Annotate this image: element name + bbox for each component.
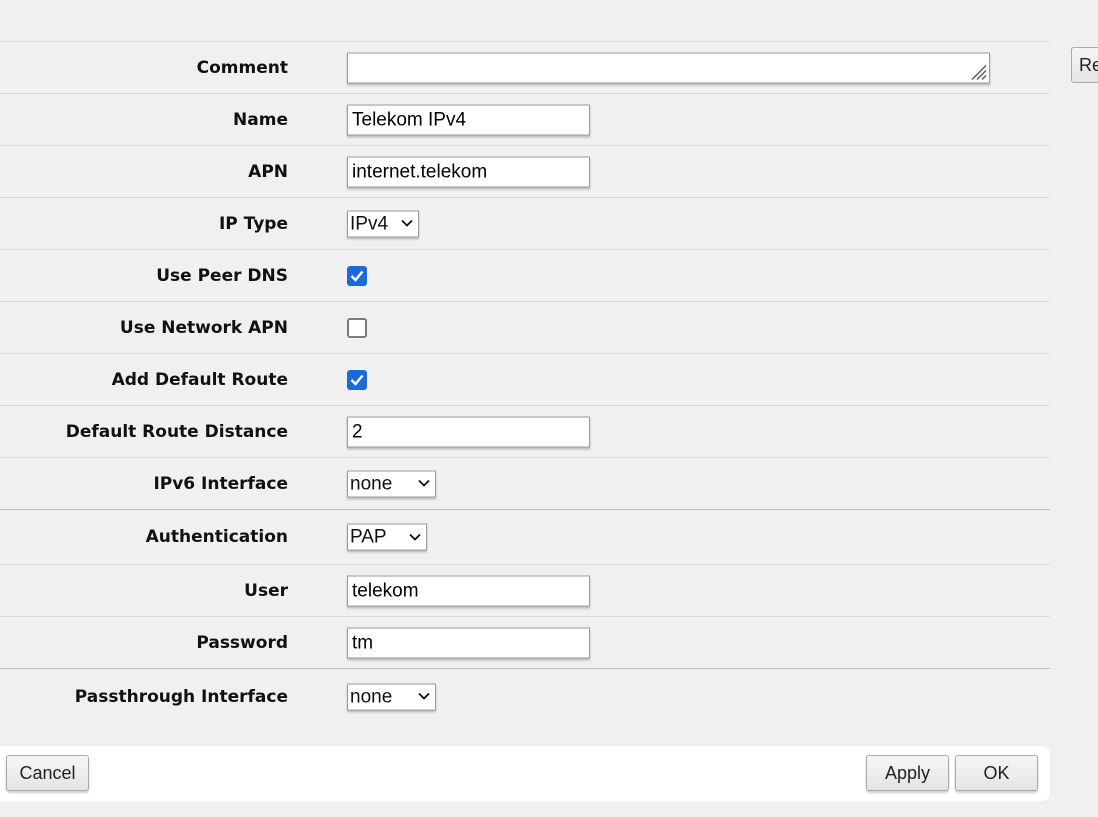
ipv6-interface-value: none xyxy=(350,473,393,494)
default-route-distance-label: Default Route Distance xyxy=(65,421,288,442)
use-peer-dns-checkbox[interactable] xyxy=(347,265,367,286)
row-ip-type: IP Type IPv4 xyxy=(0,198,1050,250)
passthrough-interface-select[interactable]: none xyxy=(347,683,436,710)
password-input[interactable]: tm xyxy=(347,627,590,658)
use-peer-dns-label: Use Peer DNS xyxy=(156,265,288,286)
row-default-route-distance: Default Route Distance 2 xyxy=(0,406,1050,458)
chevron-down-icon xyxy=(413,684,435,709)
resize-grip-icon[interactable] xyxy=(967,60,987,80)
name-label: Name xyxy=(233,109,288,130)
row-ipv6-interface: IPv6 Interface none xyxy=(0,458,1050,510)
chevron-down-icon xyxy=(396,211,418,236)
row-comment: Comment xyxy=(0,42,1050,94)
ip-type-select[interactable]: IPv4 xyxy=(347,210,419,237)
authentication-label: Authentication xyxy=(145,527,288,547)
use-network-apn-checkbox[interactable] xyxy=(347,317,367,338)
row-add-default-route: Add Default Route xyxy=(0,354,1050,406)
row-use-network-apn: Use Network APN xyxy=(0,302,1050,354)
default-route-distance-input[interactable]: 2 xyxy=(347,416,590,447)
row-user: User telekom xyxy=(0,565,1050,617)
dialog-footer: Cancel Apply OK xyxy=(0,746,1050,801)
row-use-peer-dns: Use Peer DNS xyxy=(0,250,1050,302)
row-password: Password tm xyxy=(0,617,1050,669)
user-label: User xyxy=(244,580,288,601)
check-icon xyxy=(350,270,364,282)
cancel-button[interactable]: Cancel xyxy=(6,755,89,791)
add-default-route-label: Add Default Route xyxy=(111,369,288,390)
user-input[interactable]: telekom xyxy=(347,575,590,606)
check-icon xyxy=(350,374,364,386)
row-name: Name Telekom IPv4 xyxy=(0,94,1050,146)
name-input[interactable]: Telekom IPv4 xyxy=(347,104,590,135)
comment-control xyxy=(347,52,990,83)
settings-form: Comment Name Telekom IPv4 APN internet.t… xyxy=(0,41,1050,724)
chevron-down-icon xyxy=(404,525,426,550)
apn-label: APN xyxy=(248,161,288,182)
ip-type-label: IP Type xyxy=(218,213,288,234)
apn-input[interactable]: internet.telekom xyxy=(347,156,590,187)
authentication-value: PAP xyxy=(350,526,387,548)
chevron-down-icon xyxy=(413,471,435,496)
row-passthrough-interface: Passthrough Interface none xyxy=(0,669,1050,724)
use-network-apn-label: Use Network APN xyxy=(119,317,288,338)
ip-type-value: IPv4 xyxy=(350,213,389,234)
passthrough-interface-value: none xyxy=(350,686,393,707)
password-label: Password xyxy=(196,632,288,653)
side-edge-button[interactable]: Re xyxy=(1071,47,1098,83)
comment-textarea[interactable] xyxy=(347,52,990,83)
authentication-select[interactable]: PAP xyxy=(347,523,427,551)
passthrough-interface-label: Passthrough Interface xyxy=(74,686,288,707)
add-default-route-checkbox[interactable] xyxy=(347,369,367,390)
ipv6-interface-select[interactable]: none xyxy=(347,470,436,497)
row-apn: APN internet.telekom xyxy=(0,146,1050,198)
ok-button[interactable]: OK xyxy=(955,755,1038,791)
row-authentication: Authentication PAP xyxy=(0,510,1050,565)
ipv6-interface-label: IPv6 Interface xyxy=(153,473,288,494)
comment-label: Comment xyxy=(196,57,288,78)
apply-button[interactable]: Apply xyxy=(866,755,949,791)
